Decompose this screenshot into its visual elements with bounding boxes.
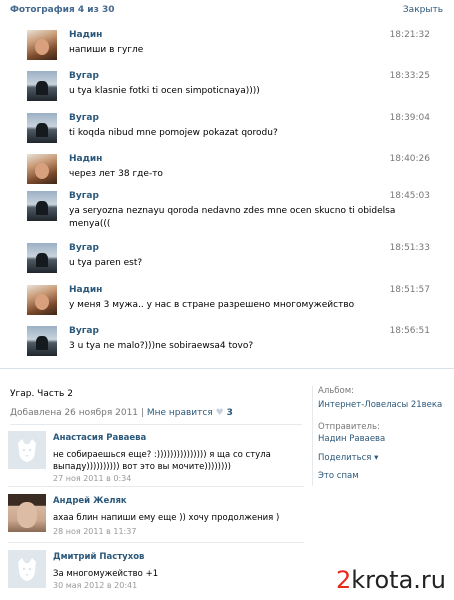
message-time: 18:51:33 xyxy=(389,243,430,253)
comment-date[interactable]: 28 ноя 2011 в 11:37 xyxy=(53,527,136,536)
message-author: Вугар xyxy=(69,71,99,81)
comment-date[interactable]: 30 мая 2012 в 20:41 xyxy=(53,581,137,590)
message-time: 18:45:03 xyxy=(389,191,430,201)
comment-date[interactable]: 27 ноя 2011 в 0:34 xyxy=(53,474,131,483)
album-label: Альбом: xyxy=(318,386,354,396)
share-button[interactable]: Поделиться ▾ xyxy=(318,453,378,463)
message-author: Вугар xyxy=(69,191,99,201)
album-link[interactable]: Интернет-Ловеласы 21века xyxy=(318,400,442,410)
post-separator xyxy=(10,424,302,425)
comment-separator xyxy=(8,542,304,543)
message-text: u tya paren est? xyxy=(69,258,143,268)
comment-item: Дмитрий Пастухов За многомужейство +1 30… xyxy=(8,550,304,594)
dog-icon xyxy=(18,558,36,581)
close-link[interactable]: Закрыть xyxy=(403,5,443,15)
sidebar-divider xyxy=(312,386,313,486)
vugar-avatar xyxy=(27,113,57,143)
vugar-avatar xyxy=(27,243,57,273)
chat-screenshot: Надин 18:21:32 напиши в гугле Вугар 18:3… xyxy=(0,22,454,368)
share-label: Поделиться xyxy=(318,453,372,463)
message-text: 3 u tya ne malo?)))ne sobiraewsa4 tovo? xyxy=(69,341,254,351)
message-author: Надин xyxy=(69,285,103,295)
photo-viewer-header: Фотография 4 из 30 Закрыть xyxy=(0,0,454,22)
added-date: Добавлена 26 ноября 2011 xyxy=(10,408,139,418)
watermark-number: 2 xyxy=(335,566,352,594)
like-count[interactable]: 3 xyxy=(227,408,233,418)
photo-description: Угар. Часть 2 xyxy=(10,389,73,399)
report-spam-link[interactable]: Это спам xyxy=(318,471,359,481)
message-time: 18:21:32 xyxy=(389,30,430,40)
watermark-domain: krota.ru xyxy=(351,566,446,594)
post-meta: Добавлена 26 ноября 2011 | Мне нравится … xyxy=(10,408,233,418)
comment-text: За многомужейство +1 xyxy=(53,569,159,579)
message-author: Надин xyxy=(69,154,103,164)
sender-label: Отправитель: xyxy=(318,422,380,432)
meta-separator: | xyxy=(140,408,144,418)
vugar-avatar xyxy=(27,191,57,221)
deleted-user-avatar[interactable] xyxy=(8,550,46,588)
nadin-avatar xyxy=(27,285,57,315)
message-text: ti koqda nibud mne pomojew pokazat qorod… xyxy=(69,128,278,138)
message-author: Вугар xyxy=(69,243,99,253)
message-text: u tya klasnie fotki ti ocen simpoticnaya… xyxy=(69,86,260,96)
comment-author[interactable]: Дмитрий Пастухов xyxy=(53,552,144,562)
comment-text: ахаа блин напиши ему еще )) хочу продолж… xyxy=(53,513,280,523)
message-time: 18:51:57 xyxy=(389,285,430,295)
message-text: ya seryozna neznayu qoroda nedavno zdes … xyxy=(69,206,396,229)
message-author: Надин xyxy=(69,30,103,40)
sender-link[interactable]: Надин Раваева xyxy=(318,434,385,444)
message-time: 18:40:26 xyxy=(389,154,430,164)
message-text: у меня 3 мужа.. у нас в стране разрешено… xyxy=(69,300,355,310)
message-author: Вугар xyxy=(69,326,99,336)
like-button[interactable]: Мне нравится xyxy=(147,408,213,418)
user-avatar[interactable] xyxy=(8,494,46,532)
message-text: через лет 38 где-то xyxy=(69,169,163,179)
photo-counter-title: Фотография 4 из 30 xyxy=(10,5,115,15)
comment-author[interactable]: Андрей Желяк xyxy=(53,496,127,506)
deleted-user-avatar[interactable] xyxy=(8,431,46,469)
site-watermark: 2krota.ru xyxy=(336,566,446,594)
comment-item: Андрей Желяк ахаа блин напиши ему еще ))… xyxy=(8,494,304,544)
vugar-avatar xyxy=(27,326,57,356)
message-author: Вугар xyxy=(69,113,99,123)
comment-author[interactable]: Анастасия Раваева xyxy=(53,433,146,443)
message-time: 18:33:25 xyxy=(389,71,430,81)
message-text: напиши в гугле xyxy=(69,45,144,55)
photo-divider xyxy=(0,368,454,369)
nadin-avatar xyxy=(27,30,57,60)
chevron-down-icon: ▾ xyxy=(374,453,379,463)
dog-icon xyxy=(18,439,36,462)
comment-separator xyxy=(8,486,304,487)
message-time: 18:39:04 xyxy=(389,113,430,123)
vugar-avatar xyxy=(27,71,57,101)
comment-text: не собираешься еще? :))))))))))))))) я щ… xyxy=(53,450,271,472)
message-time: 18:56:51 xyxy=(389,326,430,336)
nadin-avatar xyxy=(27,154,57,184)
heart-icon[interactable]: ♥ xyxy=(216,408,224,418)
comment-item: Анастасия Раваева не собираешься еще? :)… xyxy=(8,431,304,487)
